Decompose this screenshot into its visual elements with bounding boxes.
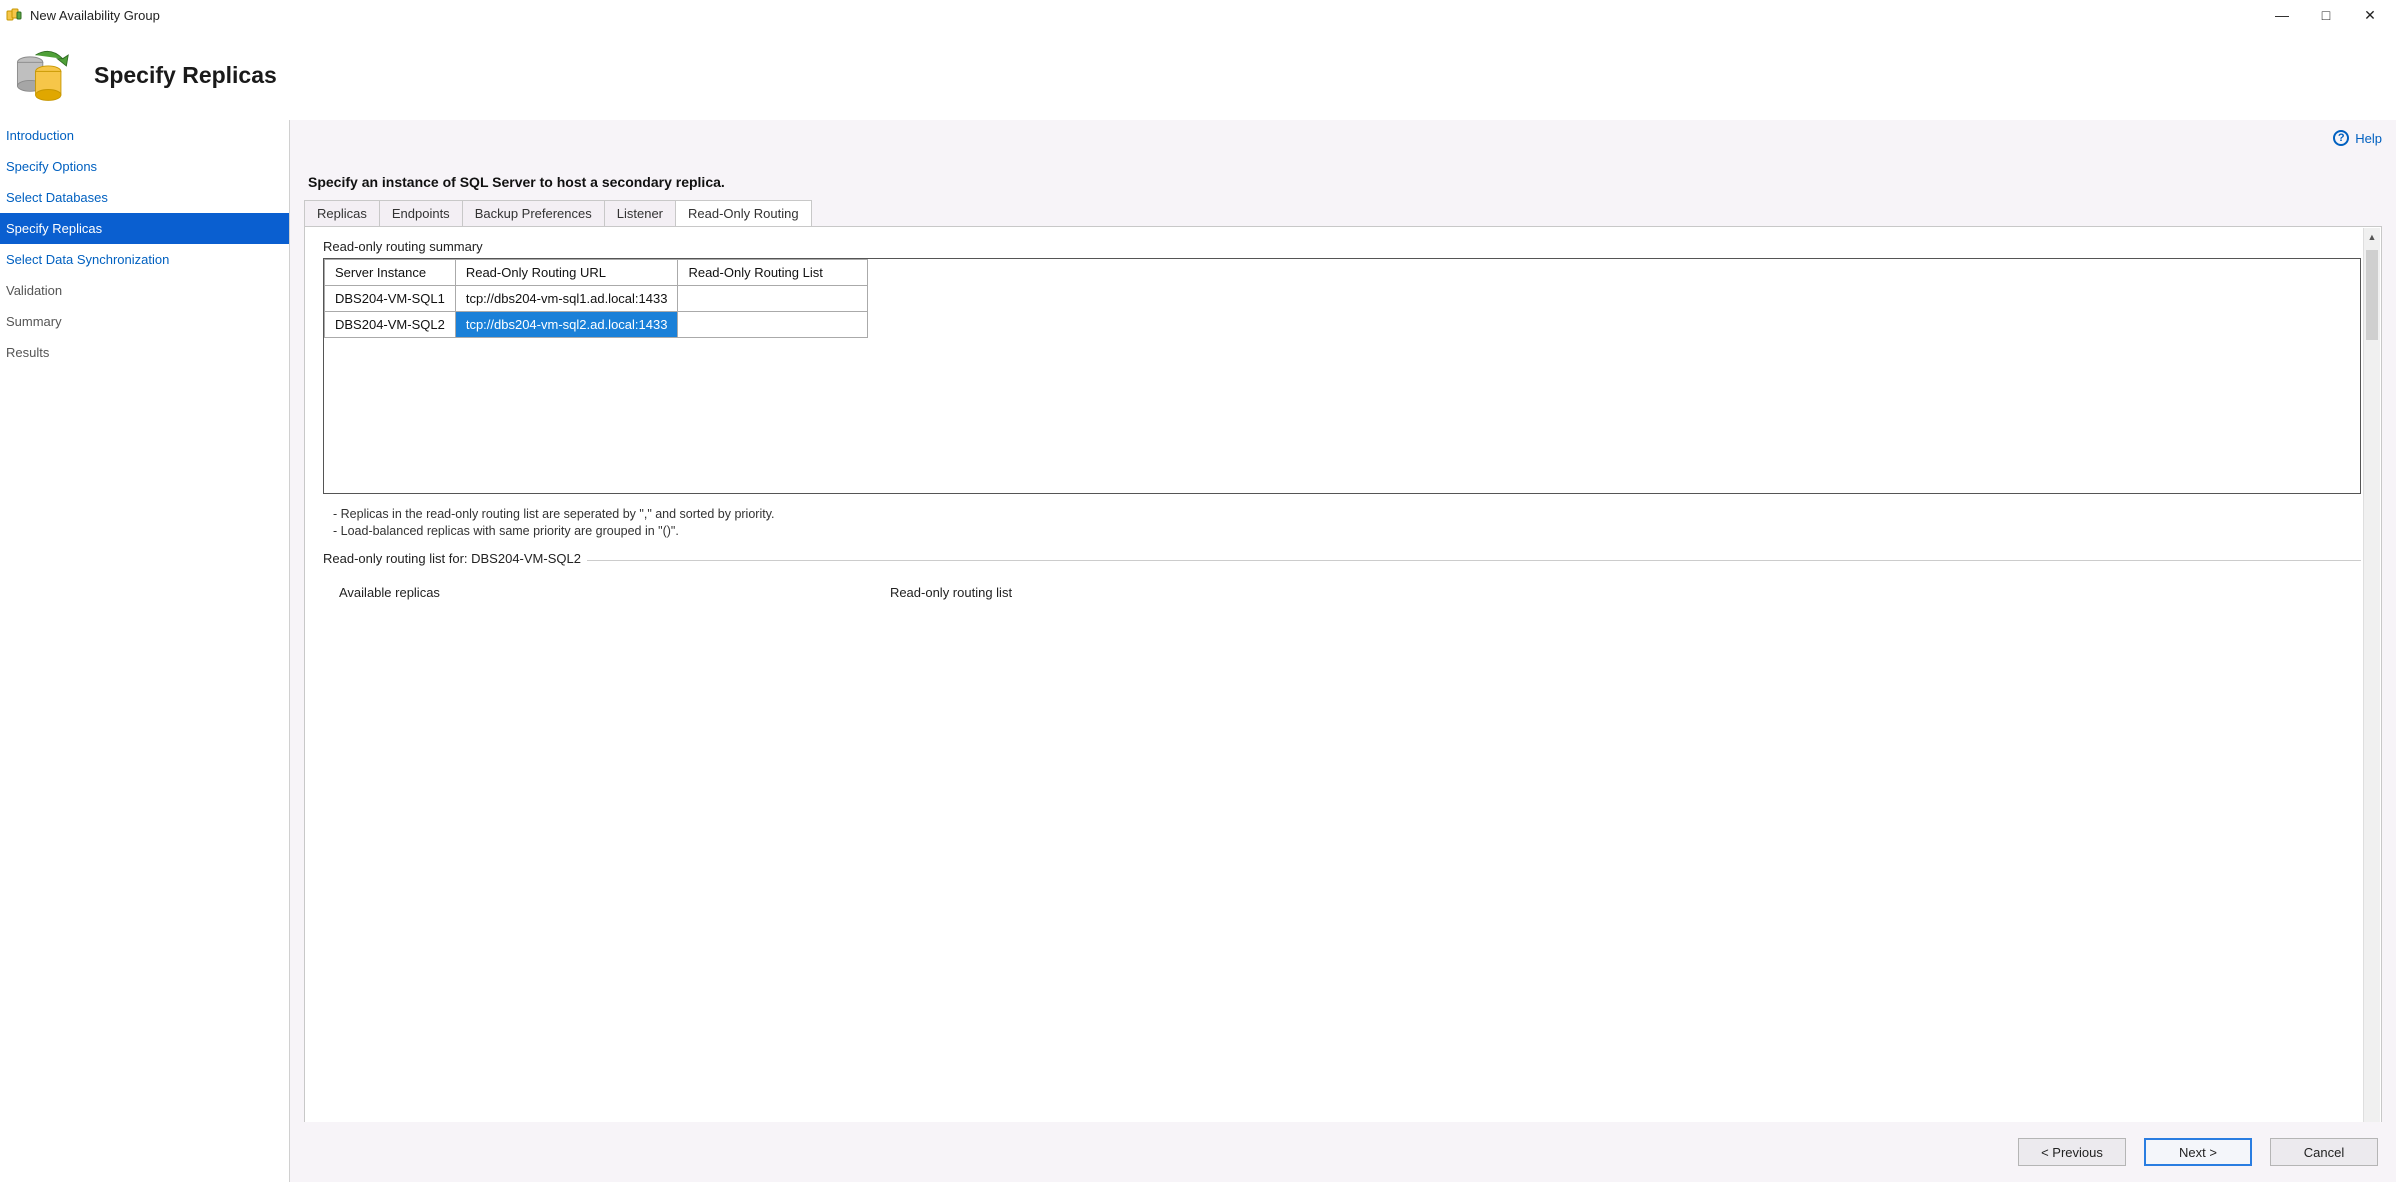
replica-icon (12, 46, 70, 104)
content-area: ? Help Specify an instance of SQL Server… (290, 120, 2396, 1182)
instruction-text: Specify an instance of SQL Server to hos… (290, 148, 2396, 200)
page-header: Specify Replicas (0, 30, 2396, 120)
routing-summary-grid[interactable]: Server Instance Read-Only Routing URL Re… (323, 258, 2361, 494)
next-button[interactable]: Next > (2144, 1138, 2252, 1166)
tab-read-only-routing[interactable]: Read-Only Routing (675, 200, 812, 226)
summary-title: Read-only routing summary (323, 239, 2361, 254)
col-routing-url[interactable]: Read-Only Routing URL (455, 260, 678, 286)
col-routing-list[interactable]: Read-Only Routing List (678, 260, 868, 286)
tab-endpoints[interactable]: Endpoints (379, 200, 463, 226)
cell-list[interactable] (678, 286, 868, 312)
nav-specify-replicas[interactable]: Specify Replicas (0, 213, 289, 244)
available-replicas-label: Available replicas (339, 585, 440, 600)
table-row[interactable]: DBS204-VM-SQL1 tcp://dbs204-vm-sql1.ad.l… (325, 286, 868, 312)
cell-server[interactable]: DBS204-VM-SQL2 (325, 312, 456, 338)
tab-listener[interactable]: Listener (604, 200, 676, 226)
nav-select-data-sync[interactable]: Select Data Synchronization (0, 244, 289, 275)
maximize-icon[interactable]: □ (2314, 7, 2338, 24)
routing-list-legend: Read-only routing list for: DBS204-VM-SQ… (323, 551, 587, 566)
nav-validation[interactable]: Validation (0, 275, 289, 306)
help-label: Help (2355, 131, 2382, 146)
tabstrip: Replicas Endpoints Backup Preferences Li… (290, 200, 2396, 226)
routing-list-label: Read-only routing list (890, 585, 1012, 600)
help-icon: ? (2333, 130, 2349, 146)
hint-line-1: - Replicas in the read-only routing list… (333, 506, 2361, 523)
tab-replicas[interactable]: Replicas (304, 200, 380, 226)
routing-list-group: Read-only routing list for: DBS204-VM-SQ… (323, 560, 2361, 600)
nav-select-databases[interactable]: Select Databases (0, 182, 289, 213)
nav-summary[interactable]: Summary (0, 306, 289, 337)
wizard-footer: < Previous Next > Cancel (290, 1122, 2396, 1182)
tab-backup-preferences[interactable]: Backup Preferences (462, 200, 605, 226)
previous-button[interactable]: < Previous (2018, 1138, 2126, 1166)
titlebar: New Availability Group — □ ✕ (0, 0, 2396, 30)
hint-text: - Replicas in the read-only routing list… (323, 506, 2361, 540)
cell-server[interactable]: DBS204-VM-SQL1 (325, 286, 456, 312)
cell-url[interactable]: tcp://dbs204-vm-sql2.ad.local:1433 (455, 312, 678, 338)
col-server-instance[interactable]: Server Instance (325, 260, 456, 286)
page-title: Specify Replicas (94, 62, 277, 89)
wizard-nav: Introduction Specify Options Select Data… (0, 120, 290, 1182)
nav-specify-options[interactable]: Specify Options (0, 151, 289, 182)
help-link[interactable]: ? Help (2333, 130, 2382, 146)
hint-line-2: - Load-balanced replicas with same prior… (333, 523, 2361, 540)
window-title: New Availability Group (30, 8, 160, 23)
close-icon[interactable]: ✕ (2358, 7, 2382, 24)
nav-introduction[interactable]: Introduction (0, 120, 289, 151)
app-icon (6, 7, 22, 23)
scroll-thumb[interactable] (2366, 250, 2378, 340)
cell-list[interactable] (678, 312, 868, 338)
scrollbar[interactable]: ▲ ▼ (2363, 228, 2380, 1180)
scroll-up-icon[interactable]: ▲ (2364, 228, 2380, 245)
nav-results[interactable]: Results (0, 337, 289, 368)
tab-panel: Read-only routing summary Server Instanc… (304, 226, 2382, 1182)
table-row[interactable]: DBS204-VM-SQL2 tcp://dbs204-vm-sql2.ad.l… (325, 312, 868, 338)
cell-url[interactable]: tcp://dbs204-vm-sql1.ad.local:1433 (455, 286, 678, 312)
minimize-icon[interactable]: — (2270, 7, 2294, 24)
cancel-button[interactable]: Cancel (2270, 1138, 2378, 1166)
